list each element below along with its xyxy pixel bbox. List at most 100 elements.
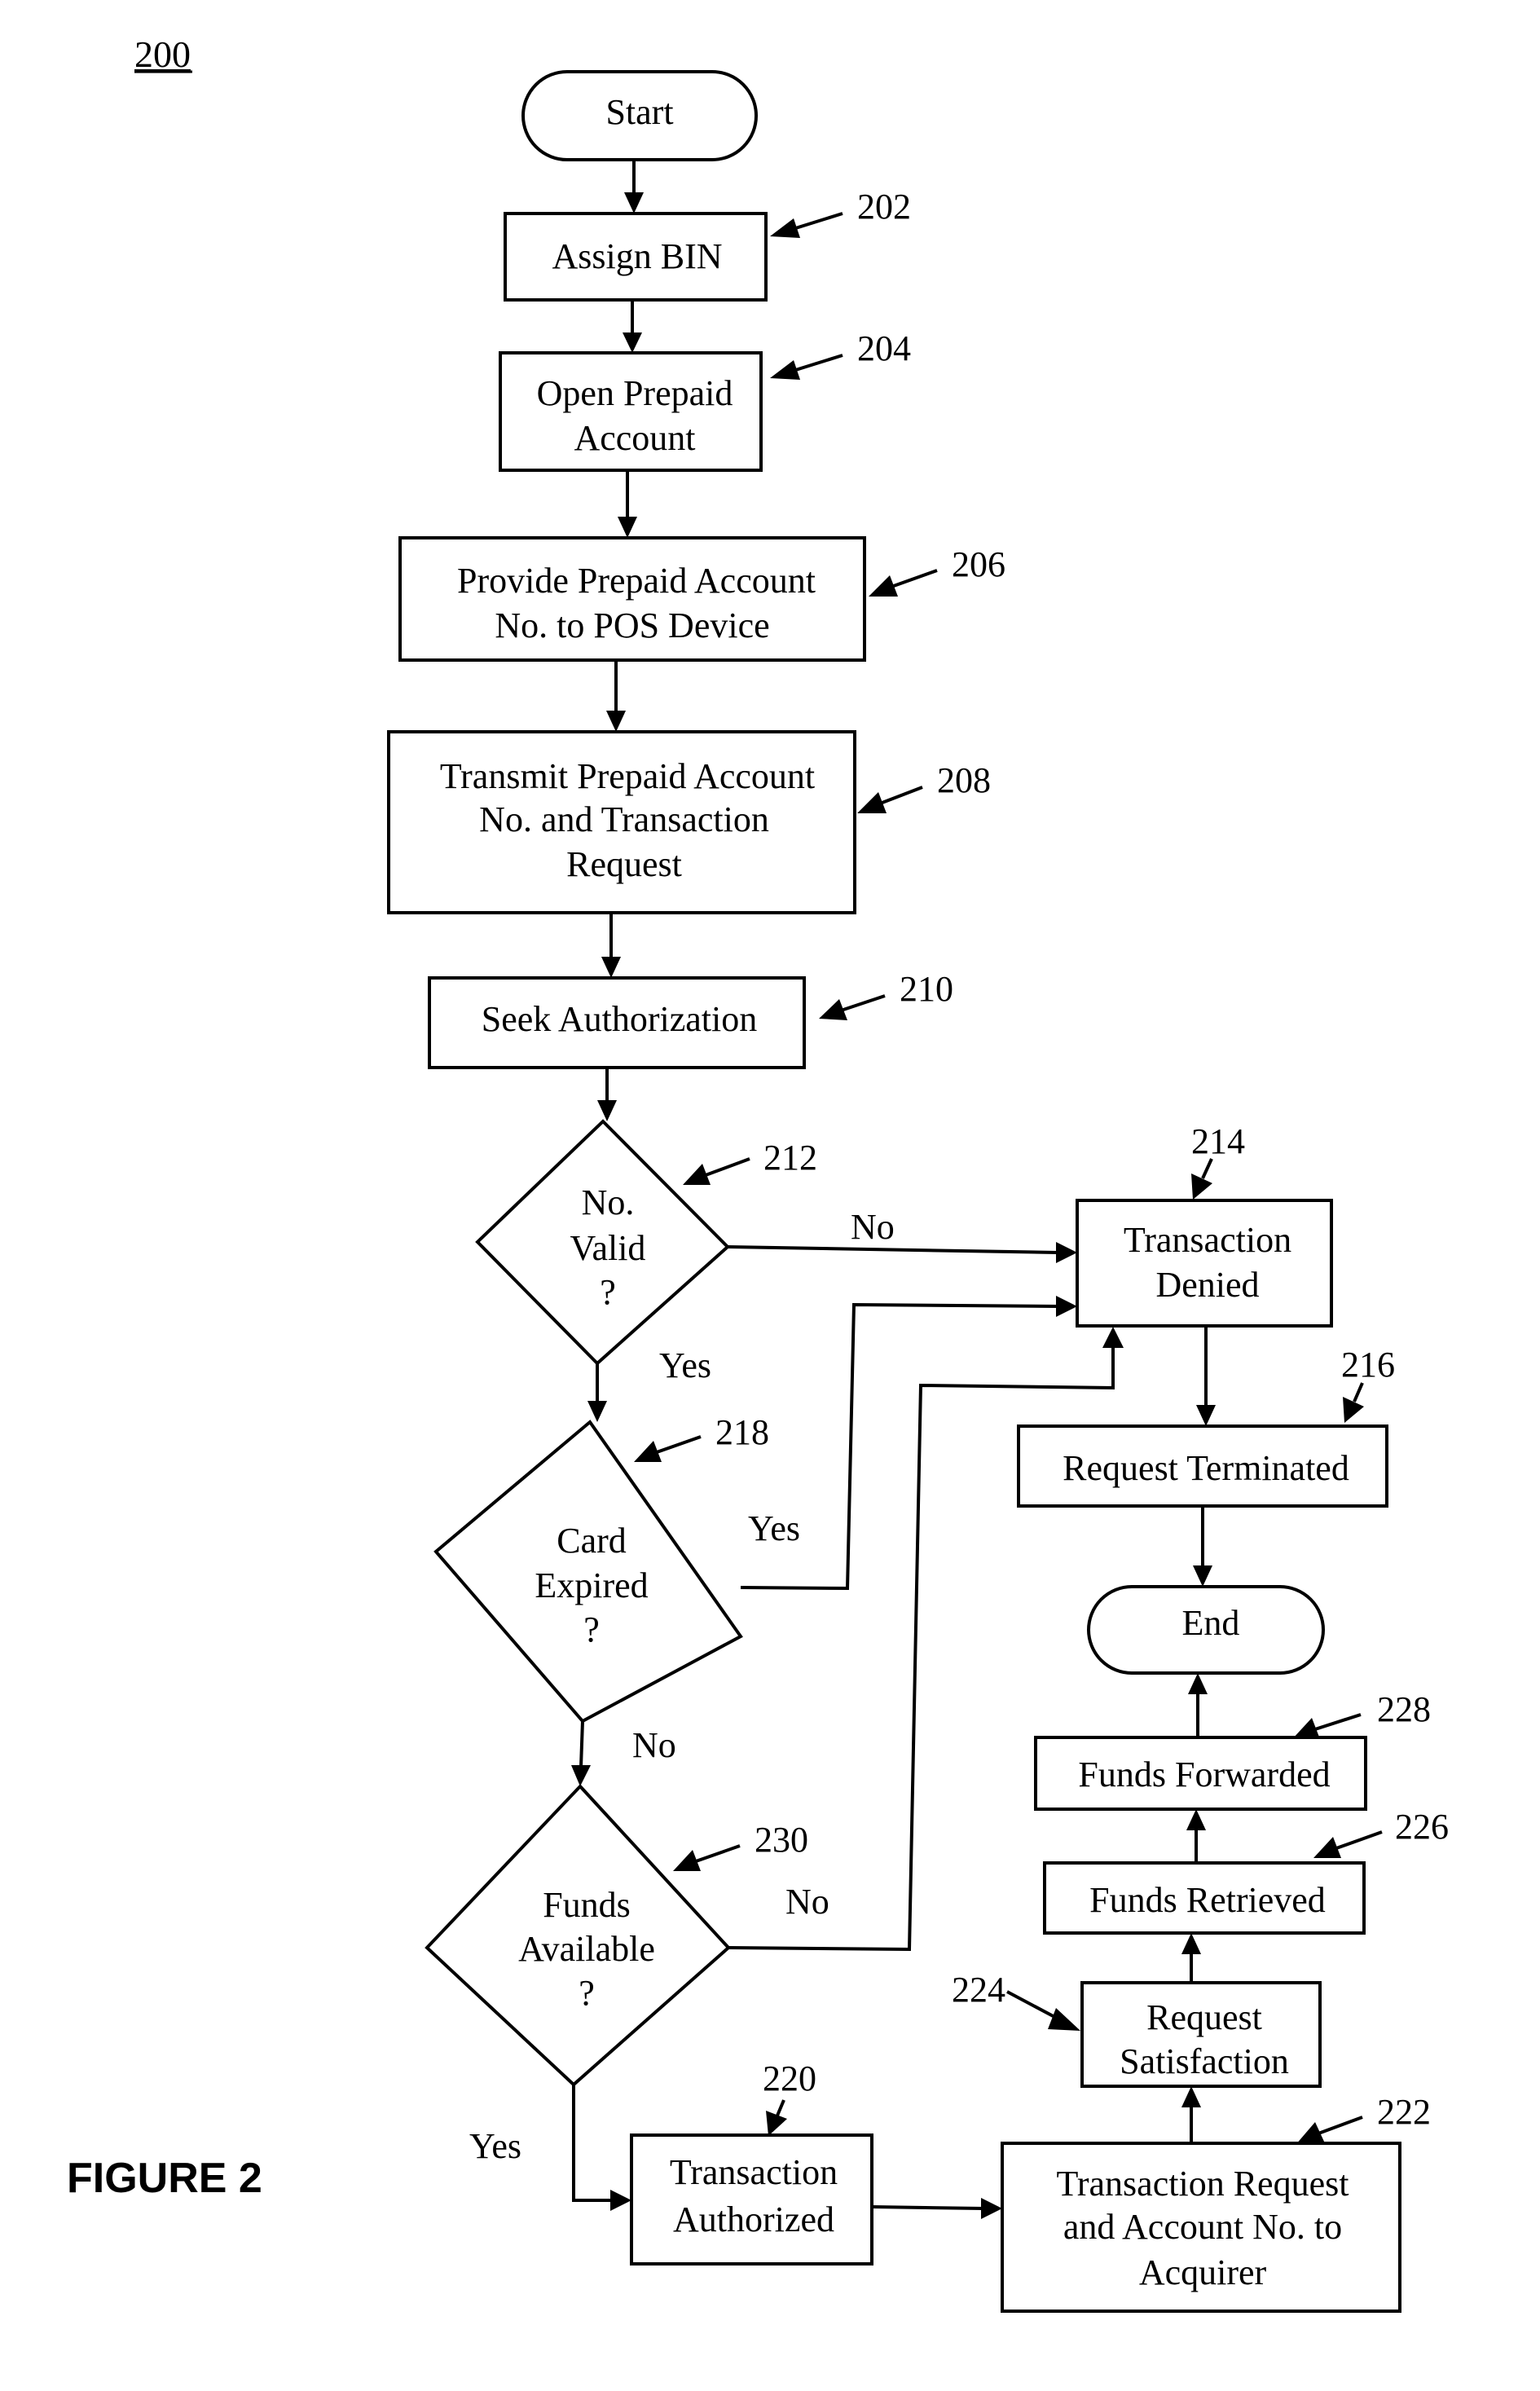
ref-numeral: 230	[755, 1820, 808, 1860]
node-label: No. to POS Device	[495, 605, 769, 645]
node-label: Account	[574, 418, 695, 458]
ref-numeral: 224	[952, 1970, 1005, 2010]
arrowhead-icon	[1181, 1933, 1201, 1954]
node-request-satisfaction: Request Satisfaction	[1080, 1981, 1322, 2088]
edge-start-to-assign-bin	[624, 161, 644, 214]
node-seek-authorization: Seek Authorization	[428, 976, 806, 1069]
branch-label-expired-yes: Yes	[748, 1508, 800, 1548]
arrowhead-icon	[597, 1100, 617, 1121]
node-label: Seek Authorization	[482, 999, 758, 1039]
edge-valid-yes-to-expired	[587, 1363, 607, 1422]
ref-numeral: 226	[1395, 1807, 1449, 1847]
node-number-valid-decision: No. Valid ?	[475, 1119, 730, 1366]
ref-numeral: 220	[763, 2059, 816, 2098]
ref-214: 214	[1191, 1121, 1245, 1200]
leader-arrowhead-icon	[1048, 2008, 1080, 2031]
edge-assign-bin-to-open-account	[623, 302, 642, 353]
ref-210: 210	[819, 969, 953, 1020]
node-label: Request Terminated	[1063, 1448, 1349, 1488]
arrowhead-icon	[1056, 1242, 1077, 1263]
arrowhead-icon	[601, 957, 621, 978]
leader-arrowhead-icon	[683, 1164, 711, 1185]
arrowhead-icon	[587, 1401, 607, 1422]
edge-acquirer-to-satisfaction	[1181, 2086, 1201, 2143]
leader-arrowhead-icon	[1313, 1837, 1341, 1858]
edge-forwarded-to-end	[1188, 1673, 1208, 1737]
node-label: Satisfaction	[1120, 2041, 1289, 2081]
ref-numeral: 208	[937, 760, 991, 800]
node-label: Open Prepaid	[537, 373, 733, 413]
node-provide-account: Provide Prepaid Account No. to POS Devic…	[398, 536, 866, 662]
node-label: Transaction	[670, 2152, 838, 2192]
ref-numeral: 218	[715, 1412, 769, 1452]
node-label: Denied	[1155, 1265, 1259, 1305]
ref-226: 226	[1313, 1807, 1449, 1858]
branch-label-valid-no: No	[851, 1207, 895, 1247]
arrowhead-icon	[1188, 1673, 1208, 1694]
node-label: ?	[579, 1973, 595, 2013]
leader-arrowhead-icon	[634, 1441, 662, 1462]
arrowhead-icon	[981, 2198, 1002, 2219]
ref-218: 218	[634, 1412, 769, 1462]
branch-label-funds-no: No	[785, 1882, 829, 1922]
node-label: Transaction	[1124, 1220, 1291, 1260]
branch-label-funds-yes: Yes	[469, 2126, 521, 2166]
node-label: Funds	[543, 1885, 631, 1925]
node-label: Card	[557, 1521, 627, 1561]
ref-216: 216	[1341, 1345, 1395, 1423]
edge-open-account-to-provide	[618, 471, 637, 538]
node-card-expired-decision: Card Expired ?	[433, 1420, 743, 1724]
arrowhead-icon	[1056, 1296, 1077, 1317]
edge-terminated-to-end	[1193, 1506, 1212, 1587]
ref-230: 230	[673, 1820, 808, 1871]
leader-arrowhead-icon	[770, 218, 800, 238]
arrowhead-icon	[1102, 1327, 1124, 1348]
node-assign-bin: Assign BIN	[504, 212, 768, 302]
node-label: No.	[582, 1182, 635, 1222]
ref-numeral: 202	[857, 187, 911, 227]
edge-authorized-to-acquirer	[871, 2198, 1002, 2219]
edge-denied-to-terminated	[1196, 1326, 1216, 1426]
edge-expired-no-to-funds	[571, 1720, 591, 1786]
arrowhead-icon	[1196, 1405, 1216, 1426]
ref-numeral: 212	[763, 1138, 817, 1178]
edge-satisfaction-to-retrieved	[1181, 1933, 1201, 1983]
node-label: ?	[583, 1609, 600, 1649]
node-label: Funds Retrieved	[1089, 1880, 1326, 1920]
ref-224: 224	[952, 1970, 1080, 2031]
ref-numeral: 228	[1377, 1689, 1431, 1729]
ref-212: 212	[683, 1138, 817, 1185]
ref-numeral: 222	[1377, 2092, 1431, 2132]
node-label: Authorized	[673, 2199, 834, 2239]
leader-arrowhead-icon	[770, 360, 800, 380]
ref-numeral: 214	[1191, 1121, 1245, 1161]
edge-seek-to-valid	[597, 1068, 617, 1121]
ref-numeral: 210	[900, 969, 953, 1009]
arrowhead-icon	[1181, 2086, 1201, 2107]
node-label: Acquirer	[1139, 2252, 1267, 2292]
diagram-id-label: 200	[134, 33, 191, 75]
leader-arrowhead-icon	[1292, 1718, 1320, 1739]
node-end: End	[1087, 1585, 1325, 1675]
leader-arrowhead-icon	[857, 792, 887, 813]
edge-retrieved-to-forwarded	[1186, 1809, 1206, 1863]
ref-numeral: 206	[952, 544, 1005, 584]
figure-label: FIGURE 2	[67, 2155, 262, 2202]
node-transmit-request: Transmit Prepaid Account No. and Transac…	[387, 730, 856, 914]
node-open-prepaid-account: Open Prepaid Account	[499, 351, 763, 472]
leader-arrowhead-icon	[673, 1850, 701, 1871]
node-label: Valid	[570, 1228, 646, 1268]
branch-label-valid-yes: Yes	[659, 1345, 711, 1385]
node-funds-available-decision: Funds Available ?	[425, 1784, 731, 2087]
flowchart-canvas: 200 FIGURE 2 Start Assign BIN Open Prepa…	[67, 33, 1449, 2313]
node-label: No. and Transaction	[479, 799, 769, 839]
node-label: Request	[566, 844, 682, 884]
arrowhead-icon	[610, 2190, 631, 2211]
node-label: Request	[1146, 1997, 1262, 2037]
arrowhead-icon	[606, 711, 626, 732]
node-label: End	[1182, 1603, 1240, 1643]
node-request-terminated: Request Terminated	[1017, 1424, 1388, 1508]
node-label: Assign BIN	[552, 236, 722, 276]
node-transaction-authorized: Transaction Authorized	[630, 2133, 873, 2266]
branch-label-expired-no: No	[632, 1725, 676, 1765]
